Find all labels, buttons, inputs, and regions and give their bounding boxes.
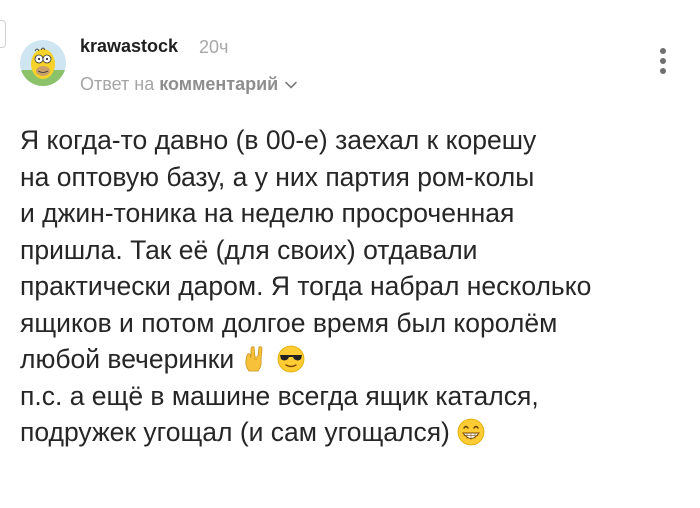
rock-hand-emoji-icon xyxy=(245,346,263,372)
comment-line: пришла. Так её (для своих) отдавали xyxy=(20,234,478,265)
comment-line: ящиков и потом долгое время был королём xyxy=(20,307,558,338)
avatar[interactable] xyxy=(20,40,66,86)
comment-line: и джин-тоника на неделю просроченная xyxy=(20,198,515,228)
comment-line: Я когда-то давно (в 00-е) заехал к кореш… xyxy=(20,125,537,155)
username-link[interactable]: krawastock xyxy=(80,36,178,57)
comment-line-with-emoji: подружек угощал (и сам угощался) xyxy=(20,414,690,451)
comment-line: п.с. а ещё в машине всегда ящик катался, xyxy=(20,380,539,411)
sunglasses-emoji-icon xyxy=(277,345,305,373)
comment-line-with-emoji: любой вечеринки xyxy=(20,341,690,378)
more-options-icon[interactable] xyxy=(656,48,670,78)
reply-target: комментарий xyxy=(159,74,279,94)
thread-indicator[interactable] xyxy=(0,20,6,48)
grinning-emoji-icon xyxy=(457,418,485,446)
reply-prefix: Ответ на xyxy=(80,74,155,94)
comment-line-text: любой вечеринки xyxy=(20,344,235,374)
chevron-down-icon xyxy=(285,81,298,88)
reply-to-link[interactable]: Ответ на комментарий xyxy=(80,74,298,95)
comment-time: 20ч xyxy=(199,37,229,57)
avatar-image-icon xyxy=(20,40,66,86)
comment-line: практически даром. Я тогда набрал нескол… xyxy=(20,271,592,301)
comment-body: Я когда-то давно (в 00-е) заехал к кореш… xyxy=(20,122,690,451)
comment-line-text: подружек угощал (и сам угощался) xyxy=(20,417,450,447)
comment-line: на оптовую базу, а у них партия ром-колы xyxy=(20,161,535,192)
